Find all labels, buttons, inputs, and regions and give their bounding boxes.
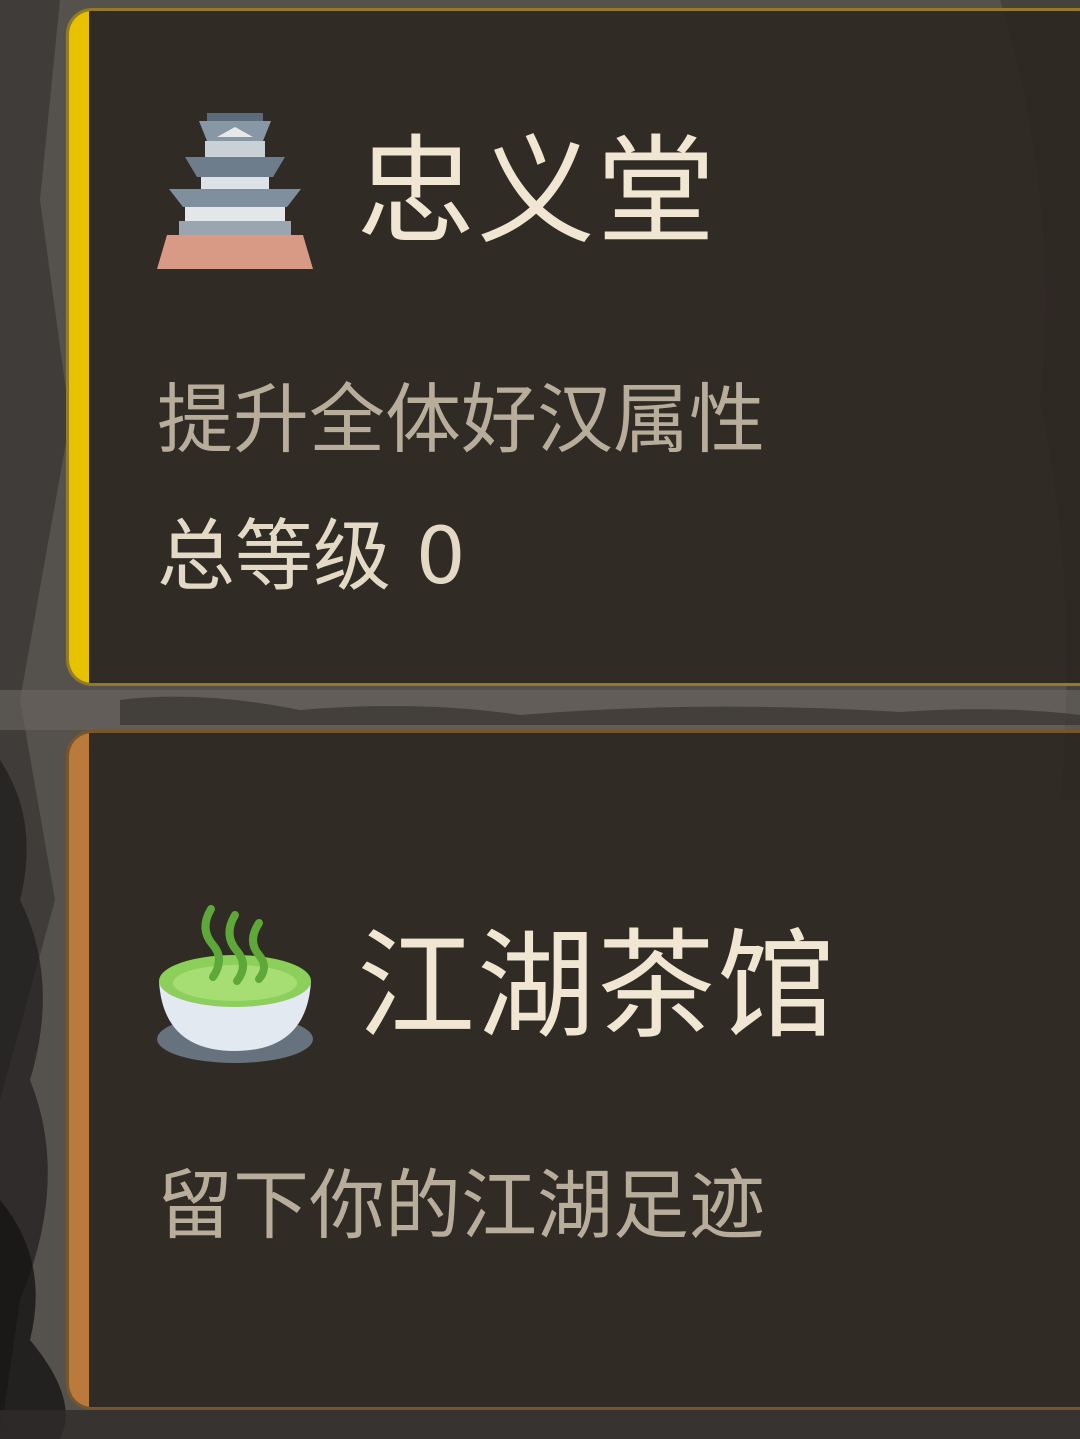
screen: 忠义堂 提升全体好汉属性 总等级 0 江湖茶馆 留下你的江湖足迹: [0, 0, 1080, 1439]
building-card-teahouse[interactable]: 江湖茶馆 留下你的江湖足迹: [66, 730, 1080, 1410]
card-accent-bar: [69, 733, 89, 1407]
card-description: 留下你的江湖足迹: [157, 1161, 765, 1250]
level-label: 总等级: [157, 512, 392, 602]
castle-icon: [157, 113, 313, 269]
total-level: 总等级 0: [157, 511, 465, 603]
card-accent-bar: [69, 11, 89, 683]
building-card-zhongyitang[interactable]: 忠义堂 提升全体好汉属性 总等级 0: [66, 8, 1080, 686]
tea-bowl-icon: [157, 905, 313, 1063]
level-value: 0: [415, 512, 466, 602]
card-title: 江湖茶馆: [357, 917, 838, 1055]
card-title: 忠义堂: [357, 123, 718, 261]
card-header: 忠义堂: [155, 107, 717, 277]
card-description: 提升全体好汉属性: [157, 375, 765, 464]
card-header: 江湖茶馆: [155, 901, 837, 1071]
